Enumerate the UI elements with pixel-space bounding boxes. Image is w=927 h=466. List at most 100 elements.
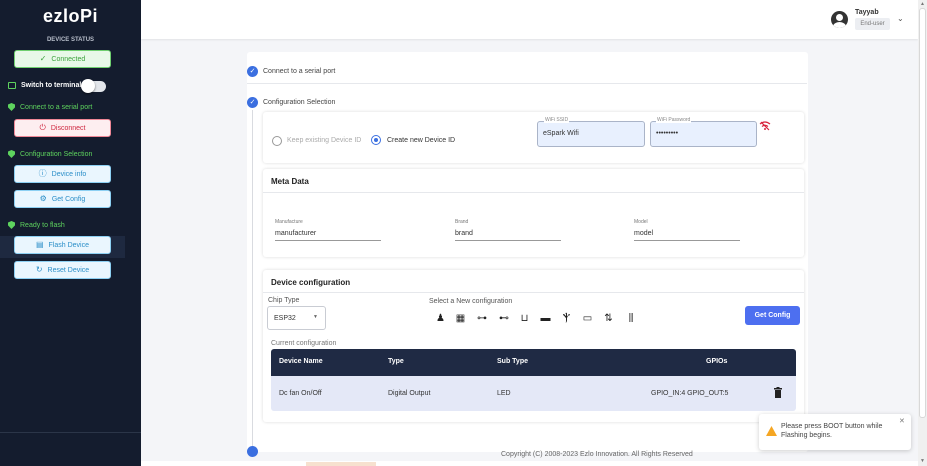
get-config-sidebar-label: Get Config (51, 195, 86, 203)
row-device-name: Dc fan On/Off (279, 390, 322, 397)
select-config-label: Select a New configuration (429, 298, 513, 305)
bottom-accent (306, 462, 376, 466)
chip-type-value[interactable]: ESP32 (274, 315, 296, 322)
chevron-down-icon[interactable]: ⌄ (897, 14, 904, 23)
meta-divider (263, 192, 804, 193)
config-divider (263, 292, 804, 293)
model-label: Model (634, 219, 648, 225)
user-role-badge: End-user (855, 18, 890, 30)
keep-device-id-label[interactable]: Keep existing Device ID (287, 137, 361, 144)
step-config-selection: Configuration Selection (8, 150, 92, 158)
display-module-icon[interactable]: ▭ (582, 312, 593, 325)
motion-sensor-icon[interactable]: ⊷ (497, 312, 511, 325)
sensor-module-icon[interactable]: ▦ (455, 312, 466, 325)
close-icon[interactable]: ✕ (899, 417, 905, 425)
toast-message: Please press BOOT button while Flashing … (781, 423, 883, 439)
model-underline (634, 240, 740, 241)
reset-device-label: Reset Device (47, 266, 90, 274)
relay-icon[interactable]: ⇅ (603, 312, 614, 325)
create-device-id-label[interactable]: Create new Device ID (387, 137, 455, 144)
user-name[interactable]: Tayyab (855, 9, 879, 16)
shield-check-icon (8, 221, 15, 229)
ir-sensor-icon[interactable]: ▬ (540, 312, 551, 325)
check-circle-icon: ✓ (39, 54, 47, 63)
device-status-heading: DEVICE STATUS (46, 37, 95, 43)
footer-copyright: Copyright (C) 2008-2023 Ezlo Innovation.… (501, 451, 693, 458)
resistor-icon[interactable]: ⊶ (475, 312, 489, 325)
disconnect-label: Disconnect (50, 124, 86, 132)
shield-check-icon (8, 103, 15, 111)
get-config-button[interactable]: Get Config (745, 306, 800, 325)
gear-icon: ⚙ (39, 194, 47, 203)
scroll-up-arrow-icon[interactable]: ▲ (920, 1, 925, 7)
scroll-down-arrow-icon[interactable]: ▼ (920, 458, 925, 464)
step-serial-port-title[interactable]: Connect to a serial port (263, 68, 335, 75)
row-sub-type: LED (497, 390, 511, 397)
connected-status-button[interactable]: ✓ Connected (14, 50, 111, 68)
flash-device-button[interactable]: ▤ Flash Device (14, 236, 111, 254)
create-device-id-radio[interactable] (371, 135, 381, 145)
shield-check-icon (8, 150, 15, 158)
chip-type-label: Chip Type (268, 297, 300, 304)
wifi-password-label: WiFi Password (656, 117, 692, 123)
model-input[interactable]: model (634, 230, 653, 237)
terminal-toggle[interactable] (81, 79, 106, 93)
check-circle-icon: ✓ (247, 97, 258, 108)
bracket-icon[interactable]: ⊔ (519, 312, 530, 325)
flash-device-label: Flash Device (48, 241, 90, 249)
step-serial-port: Connect to a serial port (8, 103, 92, 111)
power-icon: ⏻ (39, 123, 46, 132)
row-gpios: GPIO_IN:4 GPIO_OUT:5 (651, 390, 729, 397)
flash-icon: ▤ (35, 240, 44, 249)
device-info-button[interactable]: ⓘ Device info (14, 165, 111, 183)
current-config-label: Current configuration (271, 340, 337, 347)
stepper-connector-line (252, 110, 253, 450)
led-icon[interactable]: ♟ (435, 312, 446, 325)
wifi-password-value[interactable]: ••••••••• (656, 130, 678, 137)
column-header-type: Type (388, 358, 404, 365)
column-header-device-name: Device Name (279, 358, 323, 365)
bottom-strip (141, 461, 918, 466)
wifi-off-icon[interactable] (759, 121, 771, 131)
sidebar (0, 0, 141, 466)
trash-icon[interactable] (774, 387, 782, 398)
info-icon: ⓘ (38, 169, 47, 178)
connected-label: Connected (51, 55, 86, 63)
step-serial-label: Connect to a serial port (20, 103, 93, 111)
reset-device-button[interactable]: ↻ Reset Device (14, 261, 111, 279)
avatar-body (833, 22, 846, 28)
brand-input[interactable]: brand (455, 230, 473, 237)
wifi-ssid-value[interactable]: eSpark Wifi (543, 130, 579, 137)
terminal-icon (8, 82, 16, 89)
check-circle-icon: ✓ (247, 66, 258, 77)
meta-data-title: Meta Data (271, 177, 309, 186)
keep-device-id-radio[interactable] (272, 136, 282, 146)
wifi-ssid-label: WiFi SSID (544, 117, 570, 123)
antenna-icon[interactable]: Ⲯ (561, 312, 572, 325)
meta-data-card (263, 169, 804, 257)
column-header-gpios: GPIOs (706, 358, 728, 365)
user-avatar-icon[interactable] (831, 11, 848, 28)
step-ready-to-flash: Ready to flash (8, 221, 65, 229)
device-config-title: Device configuration (271, 278, 351, 287)
brand-underline (455, 240, 561, 241)
reset-icon: ↻ (35, 265, 43, 274)
get-config-sidebar-button[interactable]: ⚙ Get Config (14, 190, 111, 208)
column-header-sub-type: Sub Type (497, 358, 528, 365)
toggle-knob[interactable] (81, 79, 95, 93)
switch-terminal-label: Switch to terminal (21, 82, 82, 89)
row-type: Digital Output (388, 390, 431, 397)
app-logo: ezloPi (42, 6, 98, 26)
disconnect-button[interactable]: ⏻ Disconnect (14, 119, 111, 137)
step-config-selection-title[interactable]: Configuration Selection (263, 99, 335, 106)
sidebar-divider (0, 432, 141, 433)
switch-terminal-row: Switch to terminal (8, 82, 81, 89)
caret-down-icon[interactable]: ▼ (313, 314, 318, 320)
manufacturer-input[interactable]: manufacturer (275, 230, 316, 237)
avatar-head (836, 14, 843, 21)
top-bar (141, 0, 918, 39)
scrollbar-thumb[interactable] (919, 8, 926, 418)
connector-pins-icon[interactable]: ⫼ (624, 312, 638, 325)
step-circle-icon (247, 446, 258, 457)
manufacturer-label: Manufacture (275, 219, 303, 225)
